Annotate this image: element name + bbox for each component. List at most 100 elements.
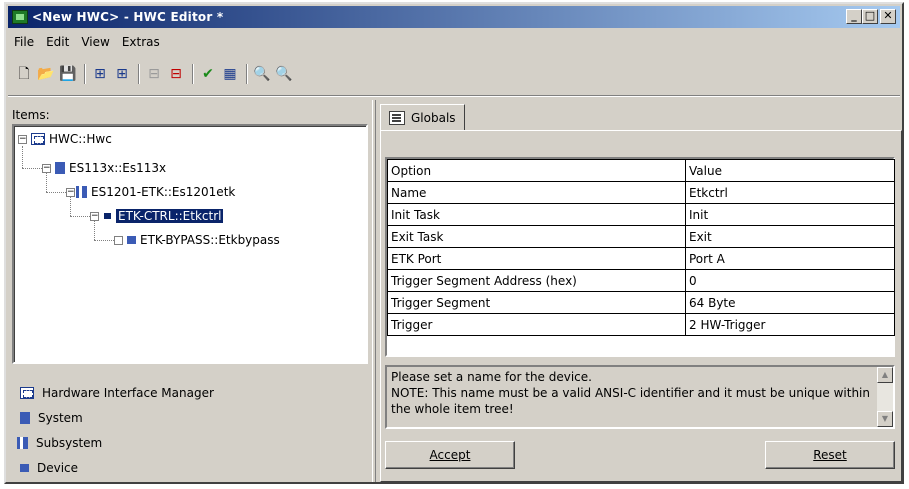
options-grid: Option Value Name Etkctrl Init Task Init E…	[385, 157, 895, 357]
tree-node-label: HWC::Hwc	[49, 132, 112, 146]
column-header-value[interactable]: Value	[685, 159, 895, 182]
collapse-icon[interactable]: −	[66, 187, 75, 197]
toolbar-separator	[192, 64, 194, 84]
items-label: Items:	[12, 108, 50, 122]
table-row[interactable]: Trigger Segment Address (hex) 0	[387, 269, 895, 292]
menu-file[interactable]: File	[8, 35, 40, 49]
menu-extras[interactable]: Extras	[116, 35, 166, 49]
globals-panel: Option Value Name Etkctrl Init Task Init E…	[380, 130, 902, 482]
legend-item-system: System	[20, 405, 214, 430]
tab-label: Globals	[411, 110, 456, 125]
option-cell: Exit Task	[387, 225, 686, 248]
value-cell[interactable]: Init	[685, 203, 895, 226]
collapse-icon[interactable]: −	[42, 163, 51, 173]
value-cell[interactable]: 64 Byte	[685, 291, 895, 314]
check-icon[interactable]: ✔	[198, 64, 218, 84]
legend-label: Subsystem	[36, 435, 103, 450]
tree-node-label: ETK-BYPASS::Etkbypass	[140, 233, 280, 247]
value-cell[interactable]: 0	[685, 269, 895, 292]
description-text: Please set a name for the device. NOTE: …	[391, 370, 870, 416]
close-button[interactable]: ✕	[880, 9, 896, 24]
value-cell[interactable]: Port A	[685, 247, 895, 270]
toolbar-separator	[84, 64, 86, 84]
menu-view[interactable]: View	[75, 35, 115, 49]
description-scrollbar[interactable]: ▲ ▼	[877, 367, 893, 427]
hwc-icon	[31, 133, 45, 145]
table-row[interactable]: Init Task Init	[387, 203, 895, 226]
leaf-box-icon	[114, 235, 123, 245]
subsystem-icon	[20, 436, 28, 449]
device-icon	[20, 463, 29, 472]
tree-node-device[interactable]: ETK-BYPASS::Etkbypass	[114, 231, 280, 249]
window-controls: _ □ ✕	[846, 9, 896, 24]
table-header-row: Option Value	[387, 159, 895, 182]
subsystem-icon	[79, 186, 87, 198]
option-cell: Trigger	[387, 313, 686, 336]
save-icon[interactable]: 💾	[58, 64, 78, 84]
value-cell[interactable]: Etkctrl	[685, 181, 895, 204]
tree-line	[22, 168, 42, 169]
scroll-down-icon[interactable]: ▼	[877, 411, 893, 427]
search-icon[interactable]: 🔍	[252, 64, 272, 84]
collapse-icon[interactable]: −	[18, 134, 27, 144]
menu-bar: File Edit View Extras	[8, 32, 166, 52]
items-pane: Items: − HWC::Hwc − ES113x::Es113x − ES1…	[12, 104, 368, 482]
table-row[interactable]: Trigger Segment 64 Byte	[387, 291, 895, 314]
add-device-disabled-icon: ⊟	[148, 66, 160, 82]
app-icon	[12, 10, 28, 24]
properties-icon	[389, 110, 405, 125]
table-row[interactable]: Name Etkctrl	[387, 181, 895, 204]
generate-icon[interactable]: ▦	[220, 64, 240, 84]
option-cell: Name	[387, 181, 686, 204]
tree-node-label: ETK-CTRL::Etkctrl	[114, 208, 225, 224]
tab-globals[interactable]: Globals	[380, 104, 465, 130]
option-cell: ETK Port	[387, 247, 686, 270]
column-header-option[interactable]: Option	[387, 159, 686, 182]
legend: Hardware Interface Manager System Subsys…	[20, 380, 214, 480]
toolbar-separator	[246, 64, 248, 84]
system-icon	[20, 411, 30, 424]
system-icon	[55, 162, 65, 174]
accept-button[interactable]: Accept	[385, 441, 515, 469]
table-row[interactable]: Trigger 2 HW-Trigger	[387, 313, 895, 336]
table-row[interactable]: ETK Port Port A	[387, 247, 895, 270]
title-bar[interactable]: <New HWC> - HWC Editor * _ □ ✕	[8, 6, 900, 28]
open-icon[interactable]: 📂	[36, 64, 56, 84]
table-row[interactable]: Exit Task Exit	[387, 225, 895, 248]
add-device-icon[interactable]: ⊟	[166, 64, 186, 84]
option-cell: Init Task	[387, 203, 686, 226]
legend-item-device: Device	[20, 455, 214, 480]
scroll-up-icon[interactable]: ▲	[877, 367, 893, 383]
value-cell[interactable]: Exit	[685, 225, 895, 248]
legend-item-subsystem: Subsystem	[20, 430, 214, 455]
legend-label: Hardware Interface Manager	[42, 385, 214, 400]
pane-splitter[interactable]	[372, 100, 376, 482]
tree-line	[70, 216, 90, 217]
legend-label: System	[38, 410, 83, 425]
maximize-button[interactable]: □	[862, 9, 878, 24]
reset-button[interactable]: Reset	[765, 441, 895, 469]
items-tree[interactable]: − HWC::Hwc − ES113x::Es113x − ES1201-ETK…	[12, 124, 368, 364]
add-system-icon[interactable]: ⊞	[90, 64, 110, 84]
tree-line	[46, 192, 66, 193]
new-icon[interactable]: 🗋	[14, 64, 34, 84]
tree-node-device-selected[interactable]: − ETK-CTRL::Etkctrl	[90, 207, 225, 225]
tree-line	[22, 146, 23, 168]
hwc-icon	[20, 386, 34, 399]
tree-node-system[interactable]: − ES113x::Es113x	[42, 159, 166, 177]
value-cell[interactable]: 2 HW-Trigger	[685, 313, 895, 336]
search-next-icon[interactable]: 🔍	[274, 64, 294, 84]
tree-node-subsystem[interactable]: − ES1201-ETK::Es1201etk	[66, 183, 235, 201]
collapse-icon[interactable]: −	[90, 211, 99, 221]
legend-item-hwc: Hardware Interface Manager	[20, 380, 214, 405]
legend-label: Device	[37, 460, 79, 475]
add-subsystem-icon[interactable]: ⊞	[112, 64, 132, 84]
toolbar-divider	[8, 95, 900, 97]
minimize-button[interactable]: _	[846, 9, 862, 24]
option-cell: Trigger Segment	[387, 291, 686, 314]
hwc-editor-window: <New HWC> - HWC Editor * _ □ ✕ File Edit…	[4, 2, 904, 484]
option-cell: Trigger Segment Address (hex)	[387, 269, 686, 292]
menu-edit[interactable]: Edit	[40, 35, 75, 49]
toolbar-separator	[138, 64, 140, 84]
tree-node-hwc[interactable]: − HWC::Hwc	[18, 130, 112, 148]
